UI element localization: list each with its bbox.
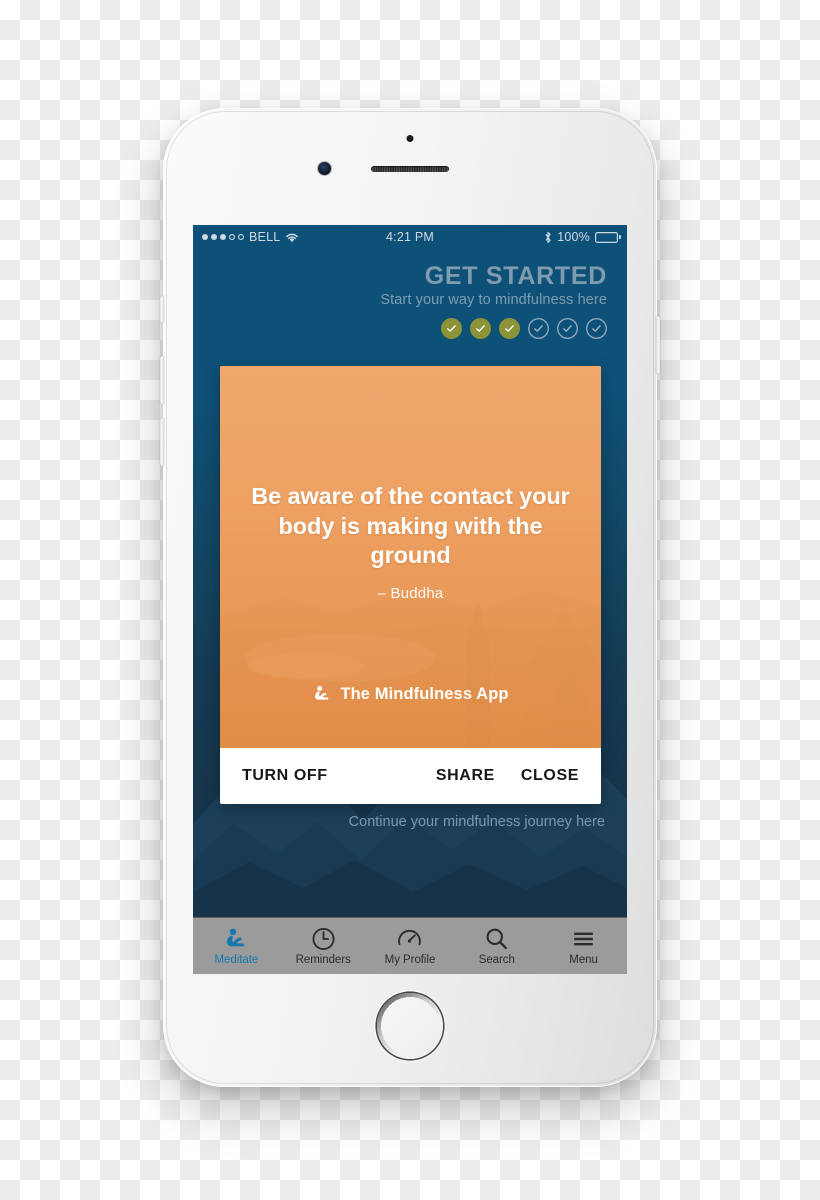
progress-step-2[interactable] bbox=[470, 318, 491, 340]
check-icon bbox=[534, 325, 543, 333]
quote-text: Be aware of the contact your body is mak… bbox=[251, 483, 570, 569]
battery-percent-label: 100% bbox=[557, 230, 590, 244]
app-name-label: The Mindfulness App bbox=[340, 684, 509, 703]
page-title: GET STARTED bbox=[424, 262, 607, 290]
volume-up-button[interactable] bbox=[160, 356, 164, 404]
power-button[interactable] bbox=[656, 316, 660, 374]
check-icon bbox=[447, 325, 456, 333]
daily-quote-dialog: Be aware of the contact your body is mak… bbox=[220, 366, 601, 804]
continue-journey-text: Continue your mindfulness journey here bbox=[348, 814, 605, 830]
tab-menu[interactable]: Menu bbox=[540, 918, 627, 974]
dialog-right-actions: SHARE CLOSE bbox=[436, 767, 579, 785]
bluetooth-icon bbox=[545, 231, 551, 243]
app-branding: The Mindfulness App bbox=[220, 684, 601, 704]
quote-author: – Buddha bbox=[377, 584, 444, 602]
tab-label-reminders: Reminders bbox=[295, 954, 351, 966]
page-subtitle: Start your way to mindfulness here bbox=[380, 292, 607, 309]
tab-label-my-profile: My Profile bbox=[384, 954, 436, 966]
get-started-header: GET STARTED Start your way to mindfulnes… bbox=[193, 249, 627, 340]
check-icon bbox=[476, 325, 485, 333]
check-icon bbox=[592, 325, 601, 333]
status-bar: BELL 4:21 PM 100% bbox=[193, 225, 627, 249]
dialog-action-bar: TURN OFF SHARE CLOSE bbox=[220, 748, 601, 804]
magnifier-icon bbox=[486, 928, 508, 950]
hamburger-menu-icon bbox=[574, 932, 593, 946]
earpiece-speaker bbox=[371, 166, 449, 172]
gauge-icon bbox=[398, 929, 422, 946]
progress-step-6[interactable] bbox=[586, 318, 607, 339]
meditating-person-icon bbox=[227, 928, 245, 947]
clock-icon bbox=[312, 928, 335, 950]
meditating-person-icon bbox=[315, 686, 329, 700]
home-button[interactable] bbox=[377, 993, 443, 1059]
check-icon bbox=[563, 325, 572, 333]
tab-label-meditate: Meditate bbox=[214, 954, 259, 966]
status-bar-right: 100% bbox=[544, 230, 621, 244]
silent-switch[interactable] bbox=[160, 296, 164, 323]
bottom-tab-bar: Meditate Reminders My Profile Search Men… bbox=[193, 917, 627, 974]
progress-steps bbox=[213, 318, 607, 340]
phone-screen: BELL 4:21 PM 100% GET STARTED Start your… bbox=[193, 225, 627, 974]
proximity-sensor-icon bbox=[406, 135, 414, 142]
check-icon bbox=[505, 325, 514, 333]
quote-block: Be aware of the contact your body is mak… bbox=[220, 482, 601, 602]
quote-card-body: Be aware of the contact your body is mak… bbox=[220, 366, 601, 748]
progress-step-4[interactable] bbox=[528, 318, 549, 339]
tab-reminders[interactable]: Reminders bbox=[280, 918, 367, 974]
close-button[interactable]: CLOSE bbox=[521, 767, 579, 785]
tab-meditate[interactable]: Meditate bbox=[193, 918, 280, 974]
tab-search[interactable]: Search bbox=[453, 918, 540, 974]
progress-step-3[interactable] bbox=[499, 318, 520, 340]
tab-label-menu: Menu bbox=[569, 954, 598, 966]
volume-down-button[interactable] bbox=[160, 418, 164, 466]
turn-off-button[interactable]: TURN OFF bbox=[242, 767, 328, 785]
battery-icon bbox=[595, 232, 621, 243]
smartphone-device: BELL 4:21 PM 100% GET STARTED Start your… bbox=[160, 108, 660, 1087]
tab-label-search: Search bbox=[478, 954, 515, 966]
tab-my-profile[interactable]: My Profile bbox=[367, 918, 454, 974]
share-button[interactable]: SHARE bbox=[436, 767, 495, 785]
front-camera-icon bbox=[318, 162, 331, 175]
progress-step-5[interactable] bbox=[557, 318, 578, 339]
progress-step-1[interactable] bbox=[441, 318, 462, 340]
